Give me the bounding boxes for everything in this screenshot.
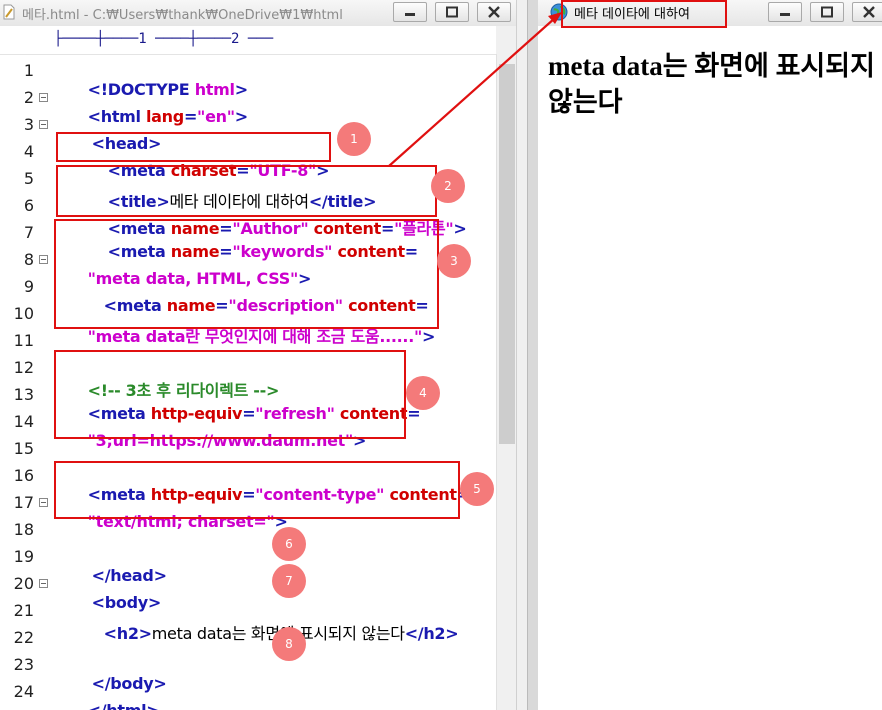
browser-page: meta data는 화면에 표시되지 않는다 [538, 26, 882, 710]
editor-title: 메타.html - C:₩Users₩thank₩OneDrive₩1₩html [22, 8, 343, 23]
annotation-badge-8: 8 [272, 627, 306, 661]
browser-maximize-button[interactable] [810, 2, 844, 22]
editor-vertical-scrollbar[interactable] [496, 54, 517, 710]
annotation-badge-4: 4 [406, 376, 440, 410]
close-icon [488, 6, 500, 18]
editor-close-button[interactable] [477, 2, 511, 22]
column-ruler: ├────┼────1 ────┼────2 ─── [0, 26, 496, 55]
editor-maximize-button[interactable] [435, 2, 469, 22]
browser-window: 메타 데이타에 대하여 meta data는 화면에 표시되지 않는다 [528, 0, 882, 710]
ruler-scroll-corner [496, 26, 516, 54]
annotation-box-2 [56, 165, 437, 217]
annotation-badge-1: 1 [337, 122, 371, 156]
annotation-box-3 [54, 219, 439, 329]
close-icon [863, 6, 875, 18]
browser-minimize-button[interactable] [768, 2, 802, 22]
annotation-badge-2: 2 [431, 169, 465, 203]
minimize-icon [405, 13, 415, 16]
annotation-box-5 [54, 461, 460, 519]
code-line-24: </html> [56, 682, 160, 710]
document-icon [3, 4, 15, 20]
ruler-text: ├────┼────1 ────┼────2 ─── [54, 31, 274, 47]
code-line-21: <h2>meta data는 화면에 표시되지 않는다</h2> [103, 624, 459, 643]
editor-minimize-button[interactable] [393, 2, 427, 22]
maximize-icon [821, 6, 833, 18]
annotation-badge-3: 3 [437, 244, 471, 278]
editor-titlebar: 메타.html - C:₩Users₩thank₩OneDrive₩1₩html [0, 0, 528, 27]
scrollbar-thumb[interactable] [499, 64, 515, 444]
annotation-box-4 [54, 350, 406, 439]
annotation-badge-7: 7 [272, 564, 306, 598]
minimize-icon [780, 13, 790, 16]
annotation-badge-6: 6 [272, 527, 306, 561]
maximize-icon [446, 6, 458, 18]
window-splitter[interactable] [516, 0, 528, 710]
annotation-box-1 [56, 132, 331, 162]
annotation-badge-5: 5 [460, 472, 494, 506]
page-heading: meta data는 화면에 표시되지 않는다 [548, 51, 875, 117]
browser-close-button[interactable] [852, 2, 882, 22]
annotation-box-browser-title [561, 0, 727, 28]
